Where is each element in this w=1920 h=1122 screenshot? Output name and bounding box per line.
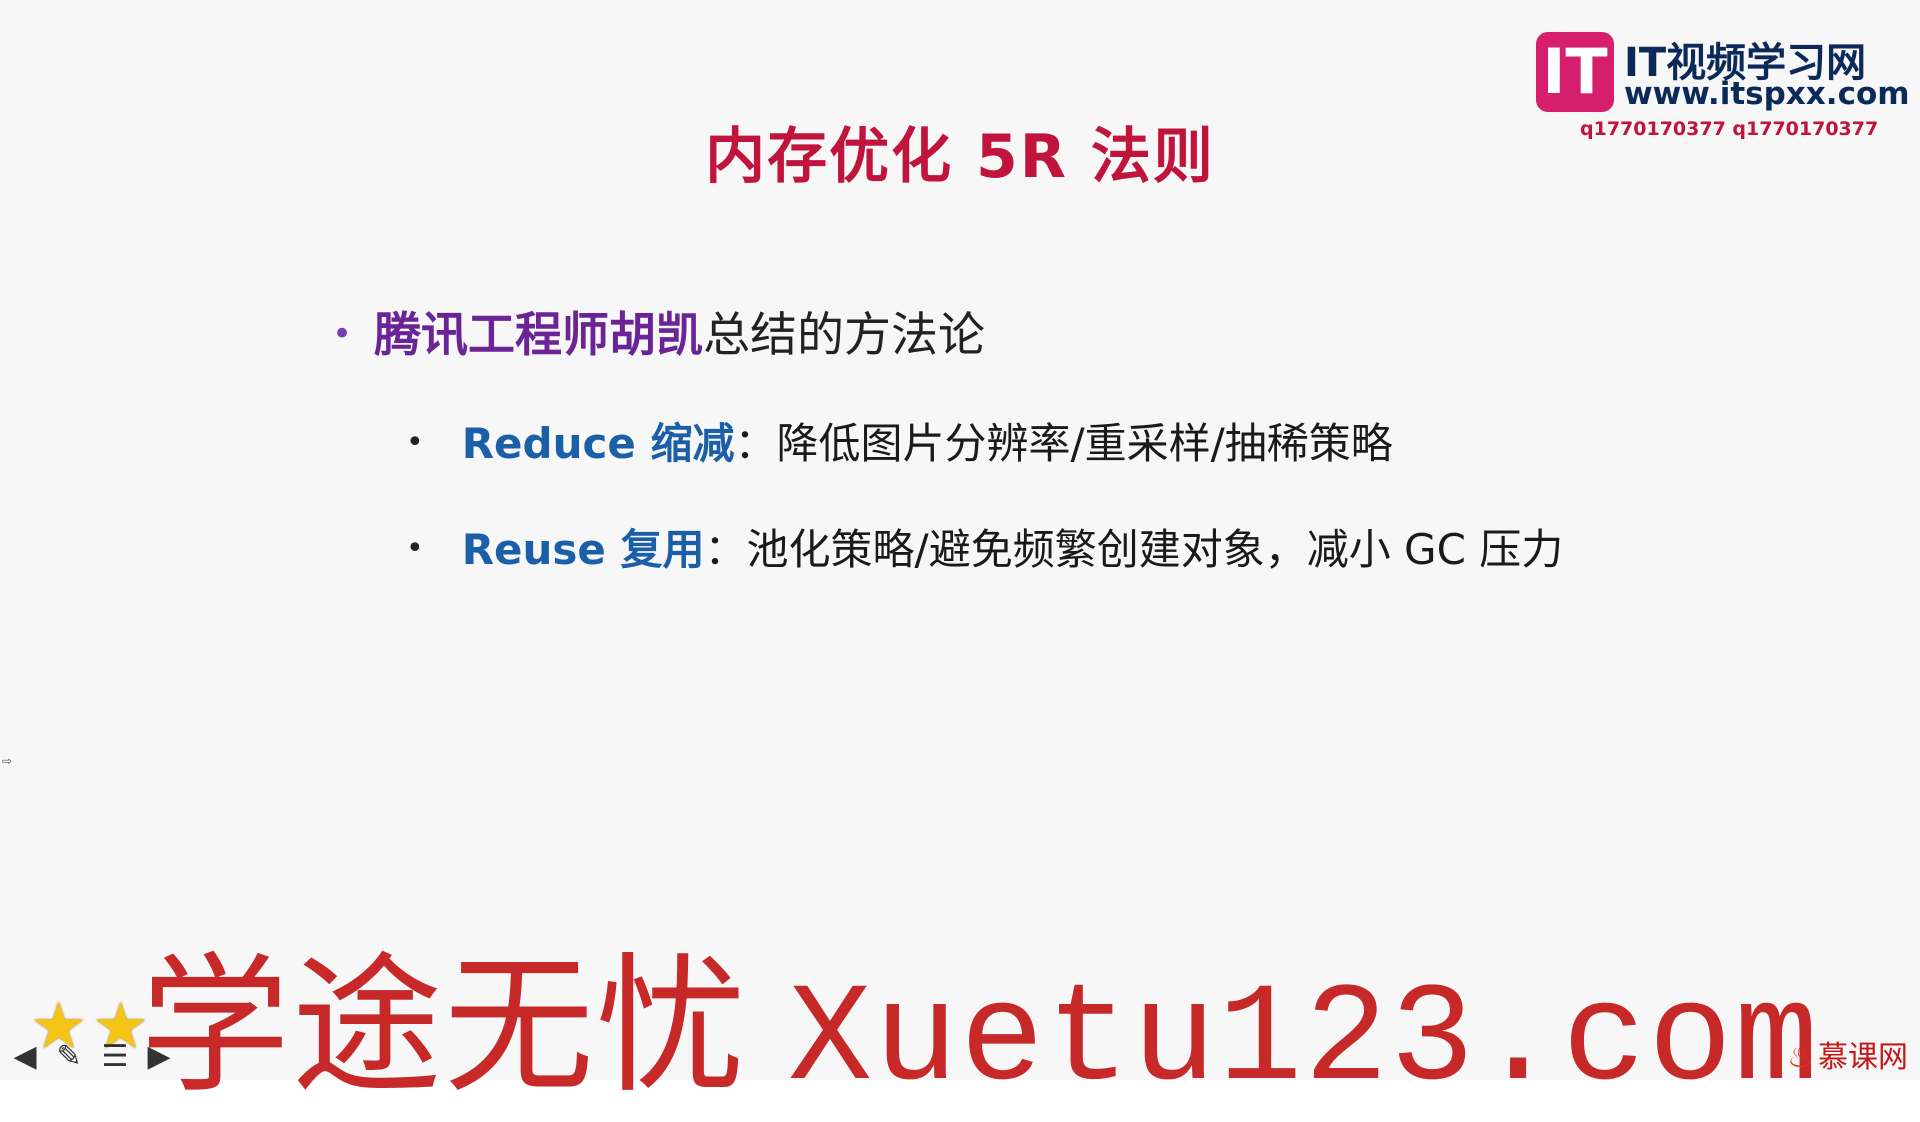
watermark-url: Xuetu123.com [788,962,1821,1121]
mooc-label: 慕课网 [1818,1040,1908,1075]
bullet-text: 总结的方法论 [703,308,986,363]
main-bullet: • 腾讯工程师胡凯总结的方法论 [332,296,985,365]
flame-icon: ♨ [1787,1040,1814,1075]
bullet-dot: • [332,314,353,354]
pencil-icon[interactable]: ✎ [52,1040,86,1074]
watermark-cn: 学途无忧 [140,940,749,1114]
sub-bullet-reuse: • Reuse 复用：池化策略/避免频繁创建对象，减小 GC 压力 [406,516,1563,577]
slide: 内存优化 5R 法则 • 腾讯工程师胡凯总结的方法论 • Reduce 缩减：降低图… [0,0,1920,1121]
sub-bullet-text: ：降低图片分辨率/重采样/抽稀策略 [734,419,1393,468]
keyword-reduce: Reduce 缩减 [461,419,735,468]
site-logo: IT IT视频学习网 www.itspxx.com q1770170377 q1… [1536,30,1910,142]
slide-nav-bar: ◀ ✎ ☰ ▶ [8,1040,178,1076]
logo-qq: q1770170377 q1770170377 [1580,118,1879,140]
keyword-reuse: Reuse 复用 [461,525,705,574]
logo-url: www.itspxx.com [1624,76,1910,112]
menu-icon[interactable]: ☰ [98,1040,132,1074]
logo-mark: IT [1536,32,1614,112]
arrow-left-icon[interactable]: ◀ [8,1040,42,1074]
arrow-right-icon[interactable]: ▶ [142,1040,176,1074]
bullet-highlight: 腾讯工程师胡凯 [374,308,704,363]
sub-bullet-text: ：池化策略/避免频繁创建对象，减小 GC 压力 [704,525,1564,574]
bullet-dot: • [406,531,424,566]
bullet-dot: • [406,425,424,460]
watermark: 学途无忧 Xuetu123.com [140,905,1820,1122]
sub-bullet-reduce: • Reduce 缩减：降低图片分辨率/重采样/抽稀策略 [406,410,1393,471]
side-marker-icon: ⇨ [2,754,13,768]
mooc-watermark: ♨ 慕课网 [1787,1032,1908,1076]
